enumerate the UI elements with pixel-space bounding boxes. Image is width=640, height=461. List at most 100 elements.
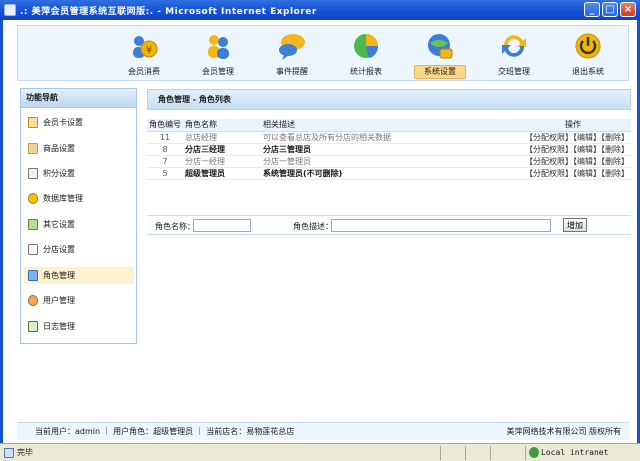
nav-label: 退出系统	[572, 67, 604, 76]
intranet-zone-icon	[529, 447, 539, 458]
current-user-info: 当前用户：admin ｜ 用户角色：超级管理员 ｜ 当前店名：易物莲花总店	[35, 427, 295, 436]
sidebar-item-user[interactable]: 用户管理	[24, 292, 134, 309]
top-navigation: ¥ 会员消费 会员管理 事件提醒 统计报表 系统设置 交班管理 退出系统	[17, 25, 629, 81]
refresh-arrows-icon	[502, 35, 526, 57]
nav-exit-system[interactable]: 退出系统	[558, 26, 618, 82]
role-table: 角色编号 角色名称 相关描述 操作 11 总店经理 可以查看总店及所有分店的相关…	[147, 119, 631, 180]
sidebar-item-label: 积分设置	[43, 169, 75, 178]
card-icon	[28, 117, 38, 128]
page-done-icon	[4, 448, 14, 458]
role-desc-label: 角色描述：	[293, 222, 333, 231]
sidebar-item-label: 会员卡设置	[43, 118, 83, 127]
add-role-form: 角色名称： 角色描述： 增加	[147, 215, 631, 235]
sidebar-item-label: 商品设置	[43, 144, 75, 153]
status-divider	[440, 446, 441, 460]
table-header-row: 角色编号 角色名称 相关描述 操作	[147, 119, 631, 132]
window-title: .: 美萍会员管理系统互联网版:. - Microsoft Internet E…	[20, 7, 317, 17]
status-text: 完毕	[17, 448, 33, 457]
box-icon	[28, 143, 38, 154]
page-frame: ¥ 会员消费 会员管理 事件提醒 统计报表 系统设置 交班管理 退出系统 功能导…	[0, 20, 640, 443]
pie-chart-icon	[354, 34, 379, 58]
table-row: 8 分店三经理 分店三管理员 【分配权限】【编辑】【删除】	[147, 143, 631, 156]
role-name-input[interactable]	[193, 219, 251, 232]
row-actions[interactable]: 【分配权限】【编辑】【删除】	[511, 167, 631, 180]
chat-bubbles-icon	[279, 34, 305, 60]
sidebar-item-member-card[interactable]: 会员卡设置	[24, 114, 134, 131]
table-row: 7 分店一经理 分店一管理员 【分配权限】【编辑】【删除】	[147, 155, 631, 168]
role-name: 分店一经理	[183, 155, 261, 168]
role-desc: 分店三管理员	[261, 143, 511, 156]
row-actions[interactable]: 【分配权限】【编辑】【删除】	[511, 143, 631, 156]
nav-event-reminder[interactable]: 事件提醒	[262, 26, 322, 82]
sidebar-item-label: 日志管理	[43, 322, 75, 331]
sidebar-item-log[interactable]: 日志管理	[24, 318, 134, 335]
nav-label: 事件提醒	[276, 67, 308, 76]
role-id: 5	[147, 167, 183, 180]
user-icon	[28, 295, 38, 306]
database-icon	[28, 193, 38, 204]
table-row: 11 总店经理 可以查看总店及所有分店的相关数据 【分配权限】【编辑】【删除】	[147, 131, 631, 144]
row-actions[interactable]: 【分配权限】【编辑】【删除】	[511, 155, 631, 168]
sidebar-item-goods[interactable]: 商品设置	[24, 140, 134, 157]
nav-label: 会员消费	[128, 67, 160, 76]
table-row: 5 超级管理员 系统管理员(不可删除) 【分配权限】【编辑】【删除】	[147, 167, 631, 180]
nav-member-manage[interactable]: 会员管理	[188, 26, 248, 82]
security-zone: Local intranet	[541, 448, 609, 457]
sidebar-item-branch[interactable]: 分店设置	[24, 241, 134, 258]
sidebar-item-other[interactable]: 其它设置	[24, 216, 134, 233]
copyright: 美萍网络技术有限公司 版权所有	[506, 427, 621, 436]
role-desc: 分店一管理员	[261, 155, 511, 168]
status-divider	[525, 446, 526, 460]
col-role-name: 角色名称	[183, 119, 261, 132]
sidebar-item-label: 用户管理	[43, 296, 75, 305]
nav-member-consume[interactable]: ¥ 会员消费	[114, 26, 174, 82]
function-nav-sidebar: 功能导航 会员卡设置 商品设置 积分设置 数据库管理 其它设置 分店设置 角色管…	[20, 88, 137, 344]
role-icon	[28, 270, 38, 281]
sidebar-item-role[interactable]: 角色管理	[24, 267, 134, 284]
settings-icon	[28, 219, 38, 230]
nav-system-settings[interactable]: 系统设置	[410, 26, 470, 82]
add-role-button[interactable]: 增加	[563, 218, 587, 232]
close-button[interactable]: ×	[620, 2, 636, 17]
role-id: 8	[147, 143, 183, 156]
nav-label: 会员管理	[202, 67, 234, 76]
status-divider	[490, 446, 491, 460]
browser-status-bar: 完毕 Local intranet	[0, 443, 640, 461]
page-icon	[28, 244, 38, 255]
role-management-panel: 角色管理 - 角色列表 角色编号 角色名称 相关描述 操作 11 总店经理 可以…	[147, 89, 631, 244]
role-id: 7	[147, 155, 183, 168]
sidebar-item-label: 数据库管理	[43, 194, 83, 203]
document-icon	[28, 168, 38, 179]
maximize-button[interactable]: □	[602, 2, 618, 17]
globe-settings-icon	[428, 34, 453, 59]
coins-users-icon: ¥	[133, 36, 158, 58]
role-name: 超级管理员	[183, 167, 261, 180]
nav-statistics[interactable]: 统计报表	[336, 26, 396, 82]
sidebar-item-points[interactable]: 积分设置	[24, 165, 134, 182]
col-role-desc: 相关描述	[261, 119, 511, 132]
nav-label: 交班管理	[498, 67, 530, 76]
nav-label: 系统设置	[414, 65, 466, 79]
minimize-button[interactable]: _	[584, 2, 600, 17]
role-desc: 可以查看总店及所有分店的相关数据	[261, 131, 511, 144]
sidebar-item-database[interactable]: 数据库管理	[24, 190, 134, 207]
svg-text:¥: ¥	[146, 45, 152, 56]
role-name: 分店三经理	[183, 143, 261, 156]
role-desc-input[interactable]	[331, 219, 551, 232]
sidebar-title: 功能导航	[21, 89, 136, 108]
sidebar-item-label: 其它设置	[43, 220, 75, 229]
panel-title: 角色管理 - 角色列表	[147, 89, 631, 110]
nav-shift-manage[interactable]: 交班管理	[484, 26, 544, 82]
sidebar-item-label: 角色管理	[43, 271, 75, 280]
power-icon	[575, 33, 601, 59]
col-role-id: 角色编号	[147, 119, 183, 132]
sidebar-item-label: 分店设置	[43, 245, 75, 254]
col-operations: 操作	[511, 119, 631, 132]
window-title-bar: .: 美萍会员管理系统互联网版:. - Microsoft Internet E…	[0, 0, 640, 20]
ie-icon	[4, 4, 16, 16]
status-divider	[465, 446, 466, 460]
users-icon	[208, 35, 229, 59]
row-actions[interactable]: 【分配权限】【编辑】【删除】	[511, 131, 631, 144]
role-desc: 系统管理员(不可删除)	[261, 167, 511, 180]
page-footer: 当前用户：admin ｜ 用户角色：超级管理员 ｜ 当前店名：易物莲花总店 美萍…	[17, 422, 629, 440]
